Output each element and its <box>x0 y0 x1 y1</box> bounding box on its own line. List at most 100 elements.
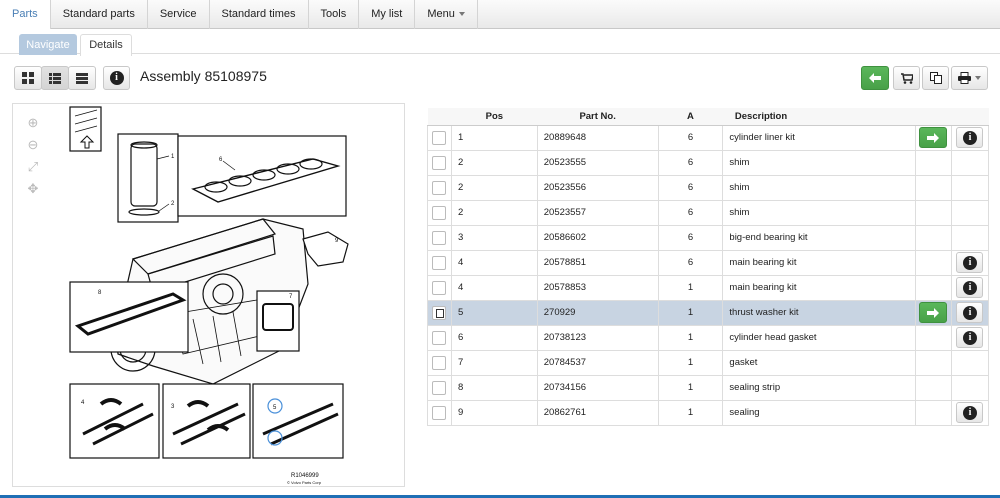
table-row[interactable]: 8 20734156 1 sealing strip <box>427 374 990 401</box>
cell-a: 6 <box>657 249 724 276</box>
tab-menu[interactable]: Menu <box>415 0 478 29</box>
cell-a: 1 <box>657 324 724 351</box>
copy-button[interactable] <box>922 66 949 90</box>
header-info <box>951 108 989 126</box>
print-icon <box>958 72 971 84</box>
cell-description: shim <box>722 149 916 176</box>
cell-description: sealing strip <box>722 374 916 401</box>
cell-description: shim <box>722 199 916 226</box>
part-info-button[interactable]: i <box>956 252 984 273</box>
list-view-button[interactable] <box>41 66 69 90</box>
cell-pos: 2 <box>450 149 538 176</box>
tab-menu-label: Menu <box>427 8 455 20</box>
table-row[interactable]: 2 20523557 6 shim <box>427 199 990 226</box>
cell-description: big-end bearing kit <box>722 224 916 251</box>
cell-pos: 4 <box>450 274 538 301</box>
cell-part-no: 20523555 <box>536 149 659 176</box>
info-icon: i <box>962 405 977 420</box>
cell-description: cylinder liner kit <box>722 124 916 151</box>
cell-part-no: 20862761 <box>536 399 659 426</box>
cell-part-no: 20889648 <box>536 124 659 151</box>
tab-my-list[interactable]: My list <box>359 0 416 29</box>
table-row[interactable]: 5 270929 1 thrust washer kit i <box>427 299 990 326</box>
cell-a: 6 <box>657 149 724 176</box>
part-info-button[interactable]: i <box>956 402 984 423</box>
row-checkbox[interactable] <box>432 280 446 295</box>
copy-icon <box>929 72 942 84</box>
header-a[interactable]: A <box>658 108 723 126</box>
cell-a: 6 <box>657 199 724 226</box>
header-description[interactable]: Description <box>722 108 916 126</box>
sub-tabs: Navigate Details <box>0 30 1000 56</box>
cell-description: shim <box>722 174 916 201</box>
row-checkbox[interactable] <box>432 255 446 270</box>
part-info-button[interactable]: i <box>956 277 984 298</box>
info-icon: i <box>962 305 977 320</box>
cell-pos: 3 <box>450 224 538 251</box>
arrow-right-icon <box>927 307 940 318</box>
subtab-navigate[interactable]: Navigate <box>19 34 77 55</box>
part-info-button[interactable]: i <box>956 127 984 148</box>
info-icon: i <box>962 280 977 295</box>
cell-a: 1 <box>657 399 724 426</box>
list-view-icon <box>49 72 61 84</box>
parts-table: Pos Part No. A Description 1 20889648 6 cyl… <box>427 108 990 426</box>
cell-description: thrust washer kit <box>722 299 916 326</box>
cell-a: 1 <box>657 274 724 301</box>
engine-illustration: 1 2 6 9 8 7 4 3 5 R1046999 © Volvo Parts… <box>69 106 349 485</box>
header-part-no[interactable]: Part No. <box>537 108 659 126</box>
tab-tools[interactable]: Tools <box>309 0 360 29</box>
cell-part-no: 20578851 <box>536 249 659 276</box>
row-checkbox[interactable] <box>432 355 446 370</box>
row-checkbox[interactable] <box>432 155 446 170</box>
cell-part-no: 270929 <box>536 299 659 326</box>
table-row[interactable]: 9 20862761 1 sealing i <box>427 399 990 426</box>
cell-description: cylinder head gasket <box>722 324 916 351</box>
go-to-part-button[interactable] <box>919 127 948 148</box>
arrow-right-icon <box>927 132 940 143</box>
go-to-part-button[interactable] <box>919 302 948 323</box>
exploded-view-drawing[interactable]: ⊕ ⊖ ⤢ ✥ 1 2 6 9 8 7 4 3 5 R1046999 © Vol… <box>12 103 405 487</box>
tab-standard-parts[interactable]: Standard parts <box>51 0 148 29</box>
cell-part-no: 20523556 <box>536 174 659 201</box>
table-row[interactable]: 2 20523555 6 shim <box>427 149 990 176</box>
cell-pos: 7 <box>450 349 538 376</box>
row-checkbox[interactable] <box>432 405 446 420</box>
add-to-cart-button[interactable] <box>893 66 920 90</box>
table-row[interactable]: 3 20586602 6 big-end bearing kit <box>427 224 990 251</box>
table-row[interactable]: 2 20523556 6 shim <box>427 174 990 201</box>
cell-description: sealing <box>722 399 916 426</box>
cell-pos: 8 <box>450 374 538 401</box>
compact-list-button[interactable] <box>68 66 96 90</box>
row-checkbox[interactable] <box>432 130 446 145</box>
row-checkbox[interactable] <box>432 205 446 220</box>
back-button[interactable] <box>861 66 889 90</box>
grid-view-button[interactable] <box>14 66 42 90</box>
table-row[interactable]: 4 20578851 6 main bearing kit i <box>427 249 990 276</box>
cell-pos: 2 <box>450 174 538 201</box>
table-row[interactable]: 6 20738123 1 cylinder head gasket i <box>427 324 990 351</box>
part-info-button[interactable]: i <box>956 327 984 348</box>
cell-a: 6 <box>657 174 724 201</box>
table-row[interactable]: 7 20784537 1 gasket <box>427 349 990 376</box>
print-button[interactable] <box>951 66 988 90</box>
cart-icon <box>900 72 913 84</box>
row-checkbox[interactable] <box>432 180 446 195</box>
header-action <box>915 108 952 126</box>
row-checkbox[interactable] <box>432 330 446 345</box>
subtab-details[interactable]: Details <box>80 34 132 56</box>
row-checkbox[interactable] <box>432 380 446 395</box>
table-row[interactable]: 4 20578853 1 main bearing kit i <box>427 274 990 301</box>
table-row[interactable]: 1 20889648 6 cylinder liner kit i <box>427 124 990 151</box>
tab-parts[interactable]: Parts <box>0 0 51 29</box>
assembly-info-button[interactable]: i <box>103 66 130 90</box>
row-checkbox[interactable] <box>432 230 446 245</box>
tab-standard-times[interactable]: Standard times <box>210 0 309 29</box>
cell-pos: 5 <box>450 299 538 326</box>
table-header: Pos Part No. A Description <box>427 108 989 126</box>
row-checkbox[interactable] <box>432 305 446 320</box>
tab-service[interactable]: Service <box>148 0 210 29</box>
part-info-button[interactable]: i <box>956 302 984 323</box>
cell-a: 6 <box>657 124 724 151</box>
header-pos[interactable]: Pos <box>451 108 538 126</box>
